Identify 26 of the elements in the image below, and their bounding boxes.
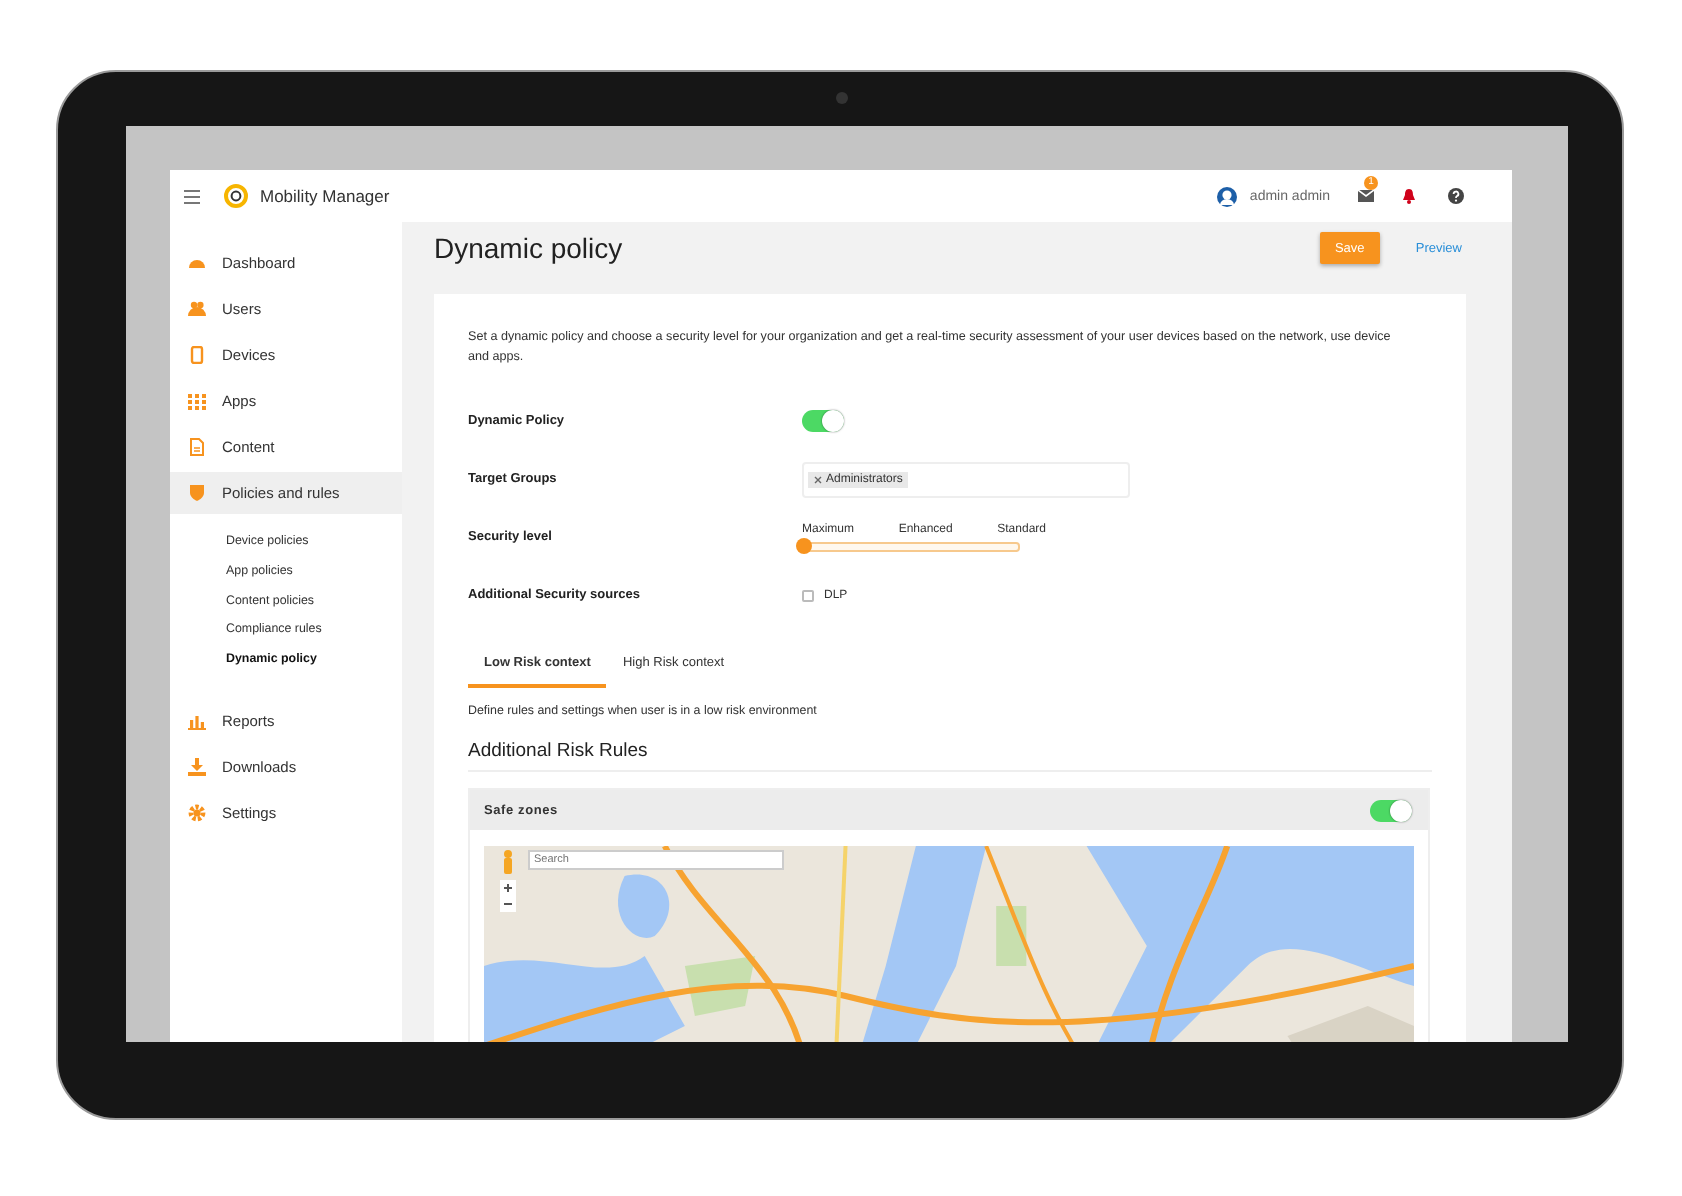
phone-icon [188,346,206,364]
bell-icon[interactable] [1402,188,1416,204]
gear-icon [188,803,206,822]
document-icon [188,438,206,456]
avatar-icon[interactable] [1215,185,1238,207]
toggle-switch[interactable] [802,410,844,432]
page-title: Dynamic policy [434,232,623,264]
slider-track[interactable] [802,541,1020,551]
zoom-controls-icon[interactable] [500,880,516,912]
section-title: Additional Risk Rules [468,740,1432,772]
remove-icon[interactable] [814,475,822,483]
slider-thumb[interactable] [796,537,812,553]
mail-icon[interactable] [1358,190,1374,202]
download-icon [188,757,206,776]
bar-chart-icon [188,711,206,730]
help-icon[interactable] [1448,188,1464,204]
shield-icon [188,484,206,502]
toggle-switch[interactable] [1370,799,1412,821]
grid-icon [188,392,206,410]
gauge-icon [188,254,206,272]
logo-icon [224,184,248,208]
app-title: Mobility Manager [260,186,390,206]
camera-icon [836,92,848,104]
users-icon [188,300,206,318]
checkbox[interactable] [802,589,814,601]
menu-icon[interactable] [184,189,200,203]
